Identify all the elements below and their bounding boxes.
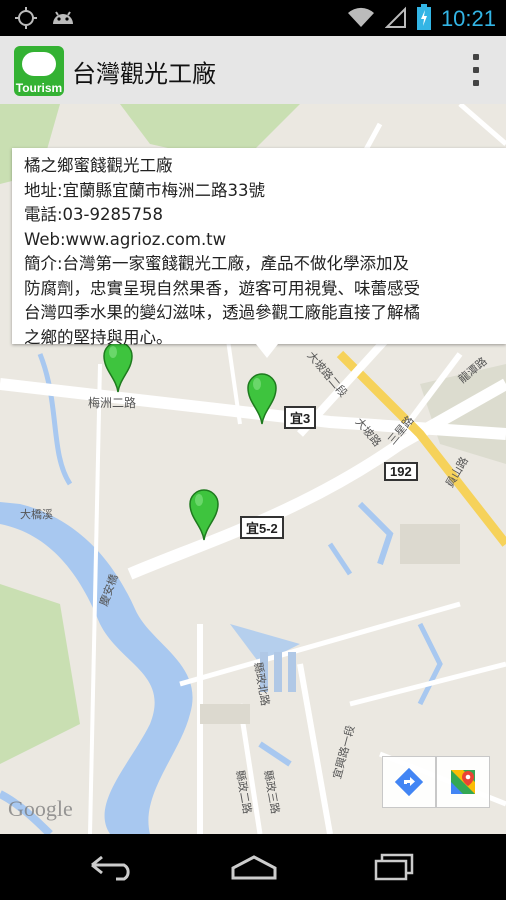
road-label: 大橋溪 (20, 508, 53, 521)
route-badge: 192 (384, 462, 418, 481)
factory-description: 防腐劑，忠實呈現自然果香，遊客可用視覺、味蕾感受 (24, 278, 420, 298)
navigation-bar (0, 834, 506, 900)
factory-description: 簡介:台灣第一家蜜餞觀光工廠，產品不做化學添加及 (24, 254, 410, 273)
battery-charging-icon (416, 4, 431, 34)
home-icon[interactable] (228, 852, 280, 882)
wifi-icon (347, 5, 375, 33)
info-window-pointer (256, 344, 278, 358)
overflow-menu-icon[interactable] (472, 54, 480, 86)
app-logo-text: Tourism (15, 81, 63, 95)
factory-description: 台灣四季水果的變幻滋味，透過參觀工廠能直接了解橘 (24, 303, 420, 322)
marker-info-window[interactable]: 橘之鄉蜜餞觀光工廠 地址:宜蘭縣宜蘭市梅洲二路33號 電話:03-9285758… (12, 148, 506, 347)
factory-name: 橘之鄉蜜餞觀光工廠 (24, 156, 173, 175)
status-bar: 10:21 (0, 0, 506, 36)
recent-apps-icon[interactable] (368, 852, 420, 882)
map-marker-icon[interactable] (188, 486, 220, 542)
directions-icon[interactable] (382, 756, 436, 808)
clock: 10:21 (440, 6, 496, 31)
signal-icon (384, 5, 407, 33)
back-icon[interactable] (86, 852, 138, 882)
google-watermark: Google (8, 796, 73, 821)
factory-website: Web:www.agrioz.com.tw (24, 229, 227, 249)
android-debug-icon (50, 6, 76, 34)
route-badge: 宜5-2 (240, 516, 284, 539)
map-marker-icon[interactable] (246, 370, 278, 426)
route-badge: 宜3 (284, 406, 317, 429)
action-bar: Tourism 台灣觀光工廠 (0, 36, 506, 105)
road-label: 梅洲二路 (88, 396, 137, 410)
gps-icon (14, 6, 38, 34)
map-toolbar (382, 756, 490, 808)
page-title: 台灣觀光工廠 (72, 60, 216, 88)
app-logo-icon[interactable]: Tourism (14, 46, 64, 96)
factory-address: 地址:宜蘭縣宜蘭市梅洲二路33號 (24, 180, 266, 200)
factory-phone: 電話:03-9285758 (24, 205, 163, 224)
google-maps-icon[interactable] (436, 756, 490, 808)
